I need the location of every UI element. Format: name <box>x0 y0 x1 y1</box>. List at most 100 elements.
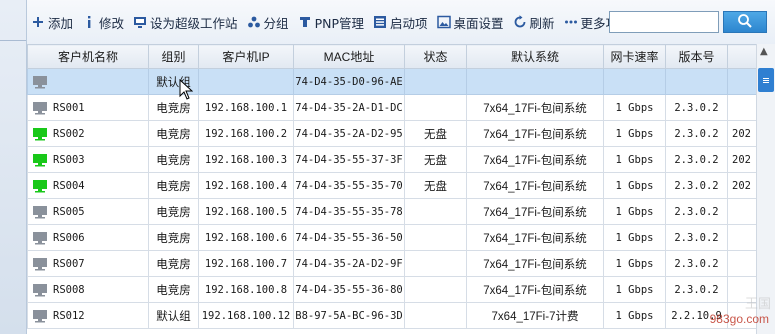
vertical-scrollbar[interactable]: ▲ <box>756 44 775 334</box>
cell-default-system: 7x64_17Fi-包间系统 <box>466 250 604 277</box>
table-row[interactable]: 默认组 74-D4-35-D0-96-AE <box>27 68 775 95</box>
set-super-workstation-label: 设为超级工作站 <box>150 15 238 31</box>
col-header-status[interactable]: 状态 <box>404 44 467 69</box>
client-manager-panel: 添加 修改 设为超级工作站 分组 PNP管理 启动项 桌面设置 刷新 更多功能 … <box>27 0 775 334</box>
col-header-default-system[interactable]: 默认系统 <box>466 44 604 69</box>
cell-group: 电竞房 <box>148 224 199 251</box>
cell-status <box>404 198 467 225</box>
search-input[interactable] <box>609 11 719 33</box>
startup-items-button[interactable]: 启动项 <box>369 10 433 34</box>
cell-default-system: 7x64_17Fi-包间系统 <box>466 94 604 121</box>
cell-status <box>404 94 467 121</box>
cell-group: 电竞房 <box>148 276 199 303</box>
cell-client-name: RS007 <box>27 250 149 277</box>
search-icon <box>737 13 753 32</box>
table-row[interactable]: RS005 电竞房 192.168.100.5 74-D4-35-55-35-78 7x… <box>27 198 775 225</box>
table-row[interactable]: RS006 电竞房 192.168.100.6 74-D4-35-55-36-50 7x… <box>27 224 775 251</box>
table-row[interactable]: RS002 电竞房 192.168.100.2 74-D4-35-2A-D2-95 无盘… <box>27 120 775 147</box>
cell-ip <box>198 68 294 95</box>
client-name-text: RS001 <box>53 101 85 114</box>
table-row[interactable]: RS001 电竞房 192.168.100.1 74-D4-35-2A-D1-DC 7x… <box>27 94 775 121</box>
cell-group: 电竞房 <box>148 250 199 277</box>
cell-default-system: 7x64_17Fi-包间系统 <box>466 276 604 303</box>
cell-client-name: RS003 <box>27 146 149 173</box>
search-button[interactable] <box>723 11 767 33</box>
computer-online-icon <box>32 153 48 167</box>
desktop-image-icon <box>436 15 451 29</box>
watermark: 王国 983go.com <box>710 296 771 326</box>
cell-default-system <box>466 68 604 95</box>
cell-mac: 74-D4-35-55-35-78 <box>293 198 405 225</box>
group-button[interactable]: 分组 <box>243 10 294 34</box>
pnp-manage-button[interactable]: PNP管理 <box>294 10 369 34</box>
computer-offline-icon <box>32 101 48 115</box>
client-name-text: RS002 <box>53 127 85 140</box>
client-name-text: RS006 <box>53 231 85 244</box>
add-label: 添加 <box>48 15 74 31</box>
cell-client-name: RS006 <box>27 224 149 251</box>
cell-version: 2.3.0.2 <box>665 276 728 303</box>
col-header-version[interactable]: 版本号 <box>665 44 728 69</box>
cell-client-name: RS001 <box>27 94 149 121</box>
cell-group: 电竞房 <box>148 146 199 173</box>
computer-offline-icon <box>32 205 48 219</box>
more-dots-icon <box>564 15 578 29</box>
cell-client-name: RS012 <box>27 302 149 329</box>
cell-nic-speed: 1 Gbps <box>603 198 666 225</box>
col-header-client-name[interactable]: 客户机名称 <box>27 44 149 69</box>
left-panel-edge <box>0 0 27 334</box>
cell-version: 2.3.0.2 <box>665 94 728 121</box>
table-row[interactable]: RS004 电竞房 192.168.100.4 74-D4-35-55-35-70 无盘… <box>27 172 775 199</box>
refresh-button[interactable]: 刷新 <box>509 10 560 34</box>
table-row[interactable]: RS008 电竞房 192.168.100.8 74-D4-35-55-36-80 7x… <box>27 276 775 303</box>
table-row[interactable]: RS007 电竞房 192.168.100.7 74-D4-35-2A-D2-9F 7x… <box>27 250 775 277</box>
computer-online-icon <box>32 179 48 193</box>
monitor-icon <box>133 15 147 29</box>
cell-ip: 192.168.100.3 <box>198 146 294 173</box>
cell-mac: 74-D4-35-55-35-70 <box>293 172 405 199</box>
client-name-text: RS003 <box>53 153 85 166</box>
cell-group: 电竞房 <box>148 172 199 199</box>
cell-mac: 74-D4-35-55-36-80 <box>293 276 405 303</box>
cell-ip: 192.168.100.8 <box>198 276 294 303</box>
cell-client-name: RS005 <box>27 198 149 225</box>
edit-label: 修改 <box>99 15 125 31</box>
table-header-row: 客户机名称 组别 客户机IP MAC地址 状态 默认系统 网卡速率 版本号 <box>27 44 775 69</box>
cell-mac: 74-D4-35-55-37-3F <box>293 146 405 173</box>
scrollbar-thumb[interactable] <box>758 68 774 92</box>
client-name-text: RS008 <box>53 283 85 296</box>
scroll-up-arrow-icon[interactable]: ▲ <box>760 46 768 57</box>
client-name-text: RS007 <box>53 257 85 270</box>
cell-nic-speed: 1 Gbps <box>603 276 666 303</box>
col-header-nic-speed[interactable]: 网卡速率 <box>603 44 666 69</box>
cell-default-system: 7x64_17Fi-包间系统 <box>466 224 604 251</box>
watermark-overlay: 王国 <box>744 296 771 311</box>
cell-version: 2.3.0.2 <box>665 146 728 173</box>
computer-offline-icon <box>32 283 48 297</box>
table-row[interactable]: RS012 默认组 192.168.100.12 B8-97-5A-BC-96-3D 7… <box>27 302 775 329</box>
plus-icon <box>31 15 45 29</box>
cell-default-system: 7x64_17Fi-7计费 <box>466 302 604 329</box>
col-header-client-ip[interactable]: 客户机IP <box>198 44 294 69</box>
cell-status <box>404 68 467 95</box>
client-table: 客户机名称 组别 客户机IP MAC地址 状态 默认系统 网卡速率 版本号 默认… <box>27 44 775 329</box>
col-header-group[interactable]: 组别 <box>148 44 199 69</box>
cell-default-system: 7x64_17Fi-包间系统 <box>466 198 604 225</box>
col-header-mac[interactable]: MAC地址 <box>293 44 405 69</box>
group-label: 分组 <box>263 15 289 31</box>
edit-button[interactable]: 修改 <box>78 10 129 34</box>
computer-offline-icon <box>32 309 48 323</box>
table-row[interactable]: RS003 电竞房 192.168.100.3 74-D4-35-55-37-3F 无盘… <box>27 146 775 173</box>
cell-client-name: RS004 <box>27 172 149 199</box>
desktop-settings-button[interactable]: 桌面设置 <box>433 10 509 34</box>
add-button[interactable]: 添加 <box>27 10 78 34</box>
cell-client-name: RS008 <box>27 276 149 303</box>
set-super-workstation-button[interactable]: 设为超级工作站 <box>129 10 243 34</box>
cell-status: 无盘 <box>404 172 467 199</box>
client-name-text: RS005 <box>53 205 85 218</box>
cell-status: 无盘 <box>404 120 467 147</box>
mouse-cursor-icon <box>179 79 193 100</box>
desktop-settings-label: 桌面设置 <box>453 15 504 31</box>
cell-nic-speed: 1 Gbps <box>603 302 666 329</box>
cell-mac: 74-D4-35-2A-D2-95 <box>293 120 405 147</box>
